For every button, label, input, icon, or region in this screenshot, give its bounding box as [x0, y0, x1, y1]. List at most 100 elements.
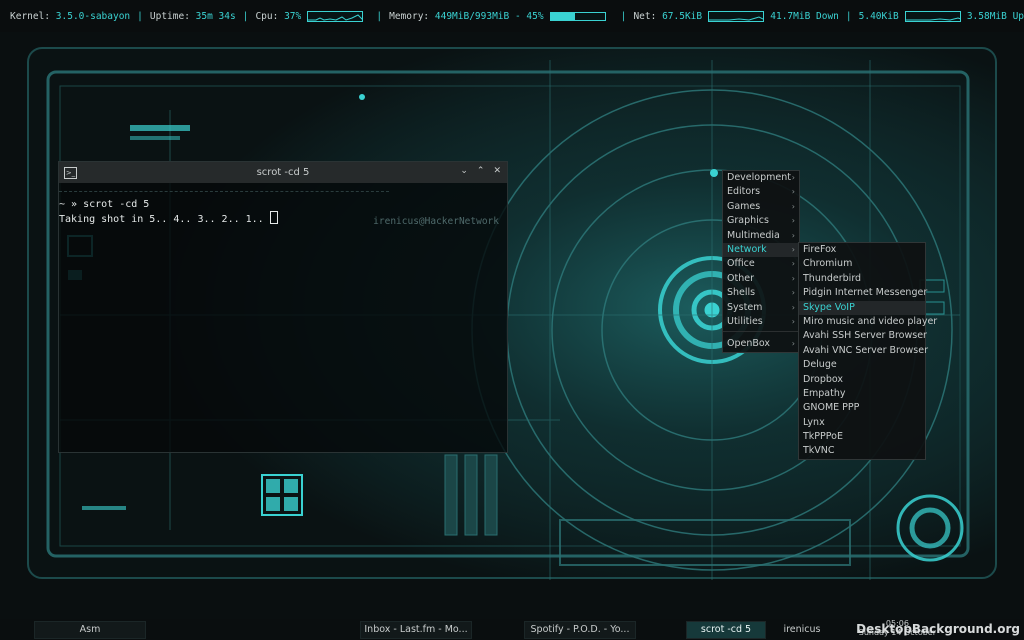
chevron-right-icon: › [791, 230, 795, 240]
menu-item-label: Network [727, 243, 767, 255]
menu-item-deluge[interactable]: Deluge [799, 358, 925, 372]
menu-item-other[interactable]: Other › [723, 272, 799, 286]
menu-item-utilities[interactable]: Utilities › [723, 315, 799, 329]
menu-item-label: Lynx [803, 416, 825, 428]
menu-item-network[interactable]: Network › [723, 242, 799, 258]
terminal-cursor [269, 211, 278, 224]
menu-item-thunderbird[interactable]: Thunderbird [799, 272, 925, 286]
close-icon[interactable]: ✕ [493, 166, 501, 176]
system-monitor-bar: Kernel: 3.5.0-sabayon | Uptime: 35m 34s … [0, 0, 1024, 32]
menu-item-label: Editors [727, 186, 761, 198]
menu-item-chromium[interactable]: Chromium [799, 257, 925, 271]
terminal-host: irenicus@HackerNetwork [373, 216, 499, 227]
menu-item-label: Dropbox [803, 373, 844, 385]
memory-bar [549, 11, 606, 21]
root-menu: Development › Editors › Games › Graphics › Multi… [722, 170, 800, 353]
terminal-output: Taking shot in 5.. 4.. 3.. 2.. 1.. [59, 214, 270, 225]
chevron-right-icon: › [791, 201, 795, 211]
menu-item-label: Games [727, 200, 761, 212]
task-button[interactable]: irenicus [772, 621, 832, 639]
menu-item-label: FireFox [803, 244, 837, 255]
menu-item-development[interactable]: Development › [723, 171, 799, 185]
taskbar: Asm Inbox - Last.fm - Mo... Spotify - P.… [0, 619, 1024, 640]
memory-bar-fill [550, 12, 575, 20]
menu-item-label: Multimedia [727, 229, 780, 241]
chevron-right-icon: › [791, 302, 795, 312]
menu-item-openbox[interactable]: OpenBox › [723, 337, 799, 351]
task-button[interactable]: Inbox - Last.fm - Mo... [360, 621, 472, 639]
menu-item-lynx[interactable]: Lynx [799, 416, 925, 430]
menu-item-shells[interactable]: Shells › [723, 286, 799, 300]
menu-item-dropbox[interactable]: Dropbox [799, 373, 925, 387]
network-submenu: FireFox Chromium Thunderbird Pidgin Interne… [798, 242, 937, 460]
menu-item-pidgin-internet-messenger[interactable]: Pidgin Internet Messenger [799, 286, 928, 300]
menu-item-label: Development [727, 172, 791, 183]
menu-item-label: Miro music and video player [803, 315, 938, 327]
net-label: Net: [633, 10, 657, 22]
chevron-right-icon: › [791, 244, 795, 254]
chevron-right-icon: › [791, 187, 795, 197]
memory-label: Memory: [389, 10, 430, 22]
net-down-total: 41.7MiB Down [770, 10, 839, 22]
menu-item-graphics[interactable]: Graphics › [723, 214, 799, 228]
chevron-up-icon[interactable]: ⌃ [477, 166, 485, 176]
menu-item-multimedia[interactable]: Multimedia › [723, 229, 799, 243]
menu-item-empathy[interactable]: Empathy [799, 387, 925, 401]
chevron-down-icon[interactable]: ⌄ [460, 166, 468, 176]
menu-item-label: Utilities [727, 315, 763, 327]
net-up-rate: 5.40KiB [858, 10, 899, 22]
chevron-right-icon: › [791, 316, 795, 326]
kernel-label: Kernel: [10, 10, 51, 22]
watermark: DesktopBackground.org [856, 622, 1020, 636]
menu-item-editors[interactable]: Editors › [723, 185, 799, 199]
menu-item-label: Other [727, 272, 754, 284]
chevron-right-icon: › [791, 288, 795, 298]
terminal-titlebar[interactable]: >_ scrot -cd 5 ⌄ ⌃ ✕ [59, 162, 507, 183]
menu-item-label: Office [727, 258, 755, 270]
terminal-window[interactable]: >_ scrot -cd 5 ⌄ ⌃ ✕ ~ » scrot -cd 5 Tak… [58, 161, 508, 453]
menu-item-label: Graphics [727, 215, 769, 227]
menu-item-label: Avahi SSH Server Browser [803, 330, 927, 342]
chevron-right-icon: › [791, 273, 795, 283]
menu-item-gnome-ppp[interactable]: GNOME PPP [799, 401, 925, 415]
net-down-rate: 67.5KiB [662, 10, 703, 22]
menu-item-miro-music-and-video-player[interactable]: Miro music and video player [799, 315, 937, 329]
uptime-label: Uptime: [149, 10, 190, 22]
menu-item-tkvnc[interactable]: TkVNC [799, 444, 925, 458]
chevron-right-icon: › [791, 259, 795, 269]
chevron-right-icon: › [791, 339, 795, 349]
memory-value: 449MiB/993MiB - 45% [434, 10, 544, 22]
menu-item-label: Thunderbird [803, 272, 862, 284]
menu-item-skype-voip[interactable]: Skype VoIP [799, 300, 925, 315]
menu-item-avahi-ssh-server-browser[interactable]: Avahi SSH Server Browser [799, 329, 927, 343]
task-button-active[interactable]: scrot -cd 5 [686, 621, 766, 639]
net-up-total: 3.58MiB Up [966, 10, 1024, 22]
menu-item-label: Skype VoIP [803, 301, 855, 313]
menu-item-tkpppoe[interactable]: TkPPPoE [799, 430, 925, 444]
menu-item-games[interactable]: Games › [723, 200, 799, 214]
kernel-value: 3.5.0-sabayon [55, 10, 131, 22]
menu-item-label: GNOME PPP [803, 402, 860, 414]
cpu-value: 37% [284, 10, 302, 22]
cpu-label: Cpu: [255, 10, 279, 22]
terminal-title: scrot -cd 5 [256, 167, 310, 178]
menu-item-label: Pidgin Internet Messenger [803, 287, 928, 299]
menu-item-label: Empathy [803, 387, 846, 399]
terminal-content[interactable]: ~ » scrot -cd 5 Taking shot in 5.. 4.. 3… [59, 183, 507, 227]
menu-item-label: OpenBox [727, 338, 771, 350]
menu-item-label: Shells [727, 287, 756, 299]
chevron-right-icon: › [791, 173, 795, 182]
menu-item-label: TkPPPoE [803, 431, 843, 443]
menu-item-label: Avahi VNC Server Browser [803, 344, 928, 356]
menu-item-avahi-vnc-server-browser[interactable]: Avahi VNC Server Browser [799, 344, 928, 358]
net-down-graph [708, 10, 765, 22]
task-button[interactable]: Spotify - P.O.D. - Yo... [524, 621, 636, 639]
menu-item-label: System [727, 301, 763, 313]
menu-item-office[interactable]: Office › [723, 257, 799, 271]
net-up-graph [904, 10, 961, 22]
menu-item-label: Chromium [803, 258, 853, 270]
chevron-right-icon: › [791, 216, 795, 226]
task-button[interactable]: Asm [34, 621, 146, 639]
menu-item-system[interactable]: System › [723, 301, 799, 315]
menu-item-firefox[interactable]: FireFox [799, 243, 925, 257]
